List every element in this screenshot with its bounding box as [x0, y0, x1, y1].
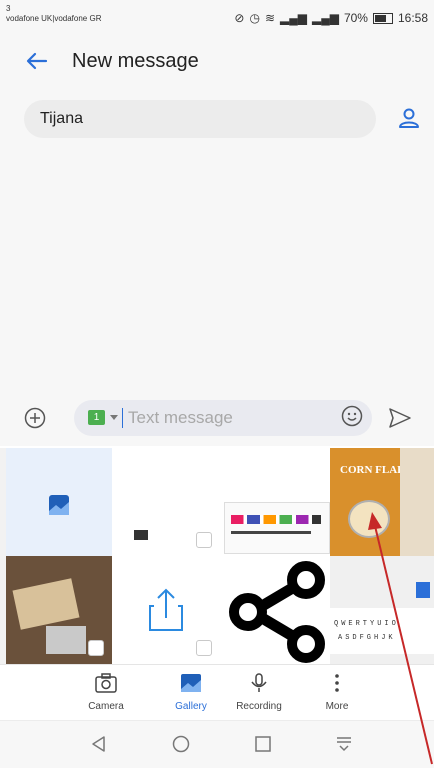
select-checkbox[interactable] — [88, 640, 104, 656]
photo-object-2 — [46, 626, 86, 654]
sim-selector-icon[interactable]: 1 — [88, 410, 105, 425]
tab-camera[interactable]: Camera — [66, 673, 146, 712]
app-icons-row — [231, 515, 321, 524]
keyboard-thumb: QWERTYUIO ASDFGHJK — [330, 608, 434, 654]
signal-icon: ▂▄▆ — [280, 11, 307, 25]
person-icon[interactable] — [397, 106, 421, 130]
keyboard-row-2: ASDFGHJK — [338, 634, 396, 642]
cornflakes-photo-tile[interactable]: CORN FLAKES — [330, 448, 434, 556]
battery-icon — [372, 12, 393, 24]
recipient-field[interactable]: Tijana — [24, 100, 376, 138]
nav-recents-icon[interactable] — [254, 735, 272, 753]
nav-pulldown-icon[interactable] — [335, 735, 353, 753]
cereal-bowl — [348, 500, 390, 538]
nav-back-icon[interactable] — [90, 735, 108, 753]
smiley-icon[interactable] — [341, 405, 363, 427]
message-input[interactable]: 1 Text message — [74, 400, 372, 436]
background-wall — [400, 448, 434, 556]
tab-more[interactable]: More — [297, 673, 377, 712]
clock: 16:58 — [397, 11, 428, 25]
app-bar: New message — [0, 36, 434, 88]
attachment-tabs: Camera Gallery Recording More — [0, 664, 434, 721]
carrier-text: 3 vodafone UK|vodafone GR — [6, 4, 102, 23]
screenshot-apps-tile[interactable] — [220, 448, 330, 556]
keyboard-row: QWERTYUIO — [334, 620, 399, 628]
signal-icon-2: ▂▄▆ — [311, 11, 339, 25]
select-checkbox[interactable] — [196, 532, 212, 548]
system-nav-bar — [0, 720, 434, 768]
tab-label: More — [325, 701, 349, 712]
chevron-down-icon[interactable] — [110, 415, 118, 420]
alarm-icon: ◷ — [249, 11, 260, 25]
back-arrow-icon[interactable] — [24, 48, 50, 74]
gallery-icon — [181, 674, 201, 692]
gallery-grid: CORN FLAKES QWERTYUIO ASDFGHJK — [0, 448, 434, 664]
thumbnail-detail — [134, 530, 148, 540]
more-vertical-icon — [335, 674, 339, 692]
nav-home-icon[interactable] — [172, 735, 190, 753]
photo-tile[interactable] — [6, 556, 112, 664]
tab-label: Recording — [236, 701, 282, 712]
send-icon[interactable] — [388, 407, 412, 429]
battery-text: 70% — [343, 11, 368, 25]
conversation-area: Tijana — [0, 88, 434, 398]
gallery-picker-tile[interactable] — [6, 448, 112, 556]
recipient-name: Tijana — [40, 110, 83, 127]
page-title: New message — [72, 50, 199, 72]
tab-recording[interactable]: Recording — [219, 673, 299, 712]
tab-label: Camera — [88, 701, 124, 712]
select-checkbox[interactable] — [196, 640, 212, 656]
app-screenshot-thumb — [224, 502, 330, 554]
plus-circle-icon[interactable] — [24, 407, 46, 429]
mute-icon: ⊘ — [234, 11, 245, 25]
wifi-icon: ≋ — [264, 11, 275, 25]
message-composer: 1 Text message — [0, 398, 434, 446]
share-icon-tile[interactable] — [220, 556, 330, 664]
microphone-icon — [251, 673, 267, 692]
share-export-tile[interactable] — [112, 556, 220, 664]
camera-icon — [95, 673, 117, 693]
screenshot-tile[interactable] — [112, 448, 220, 556]
keyboard-screenshot-tile[interactable]: QWERTYUIO ASDFGHJK — [330, 556, 434, 664]
upload-share-icon — [149, 588, 183, 631]
message-placeholder: Text message — [128, 408, 233, 427]
gallery-icon — [49, 495, 69, 515]
photo-object — [12, 578, 80, 630]
app-icon — [416, 582, 430, 598]
text-line — [231, 531, 311, 534]
status-bar: 3 vodafone UK|vodafone GR ⊘ ◷ ≋ ▂▄▆ ▂▄▆ … — [0, 0, 434, 36]
status-icons: ⊘ ◷ ≋ ▂▄▆ ▂▄▆ 70% 16:58 — [234, 11, 428, 25]
text-cursor — [122, 408, 123, 428]
share-icon — [229, 561, 325, 663]
